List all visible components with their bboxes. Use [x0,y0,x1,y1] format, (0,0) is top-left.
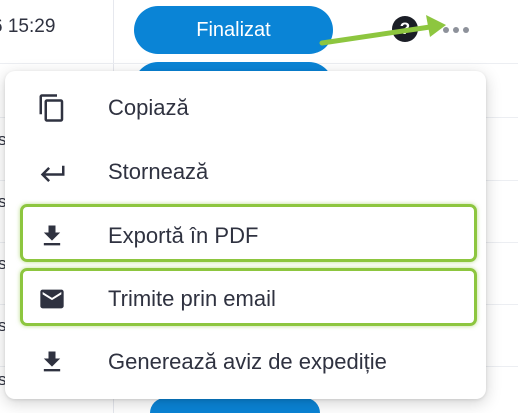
return-arrow-icon [35,155,69,189]
menu-item-copy[interactable]: Copiază [5,77,486,139]
menu-item-label: Copiază [108,95,189,120]
status-badge[interactable]: Finalizat [134,6,333,54]
menu-item-export-pdf[interactable]: Exportă în PDF [5,205,486,267]
menu-item-label: Trimite prin email [108,286,276,311]
download-icon [35,219,69,253]
annotation-arrow [319,15,446,46]
actions-menu: Copiază Stornează Exportă în PDF Trimite… [5,71,486,399]
menu-item-send-email[interactable]: Trimite prin email [5,268,486,330]
menu-item-label: Stornează [108,159,209,184]
menu-item-label: Generează aviz de expediție [108,349,387,374]
menu-item-reverse[interactable]: Stornează [5,141,486,203]
menu-item-label: Exportă în PDF [108,223,259,248]
menu-item-generate-delivery-note[interactable]: Generează aviz de expediție [5,331,486,393]
screen: 6 15:29 s s s s s Finalizat ? Copiază [0,0,518,413]
download-icon [35,345,69,379]
status-badge[interactable] [150,398,320,413]
copy-icon [35,91,69,125]
mail-icon [35,282,69,316]
date-time-cell: 6 15:29 [0,16,56,37]
